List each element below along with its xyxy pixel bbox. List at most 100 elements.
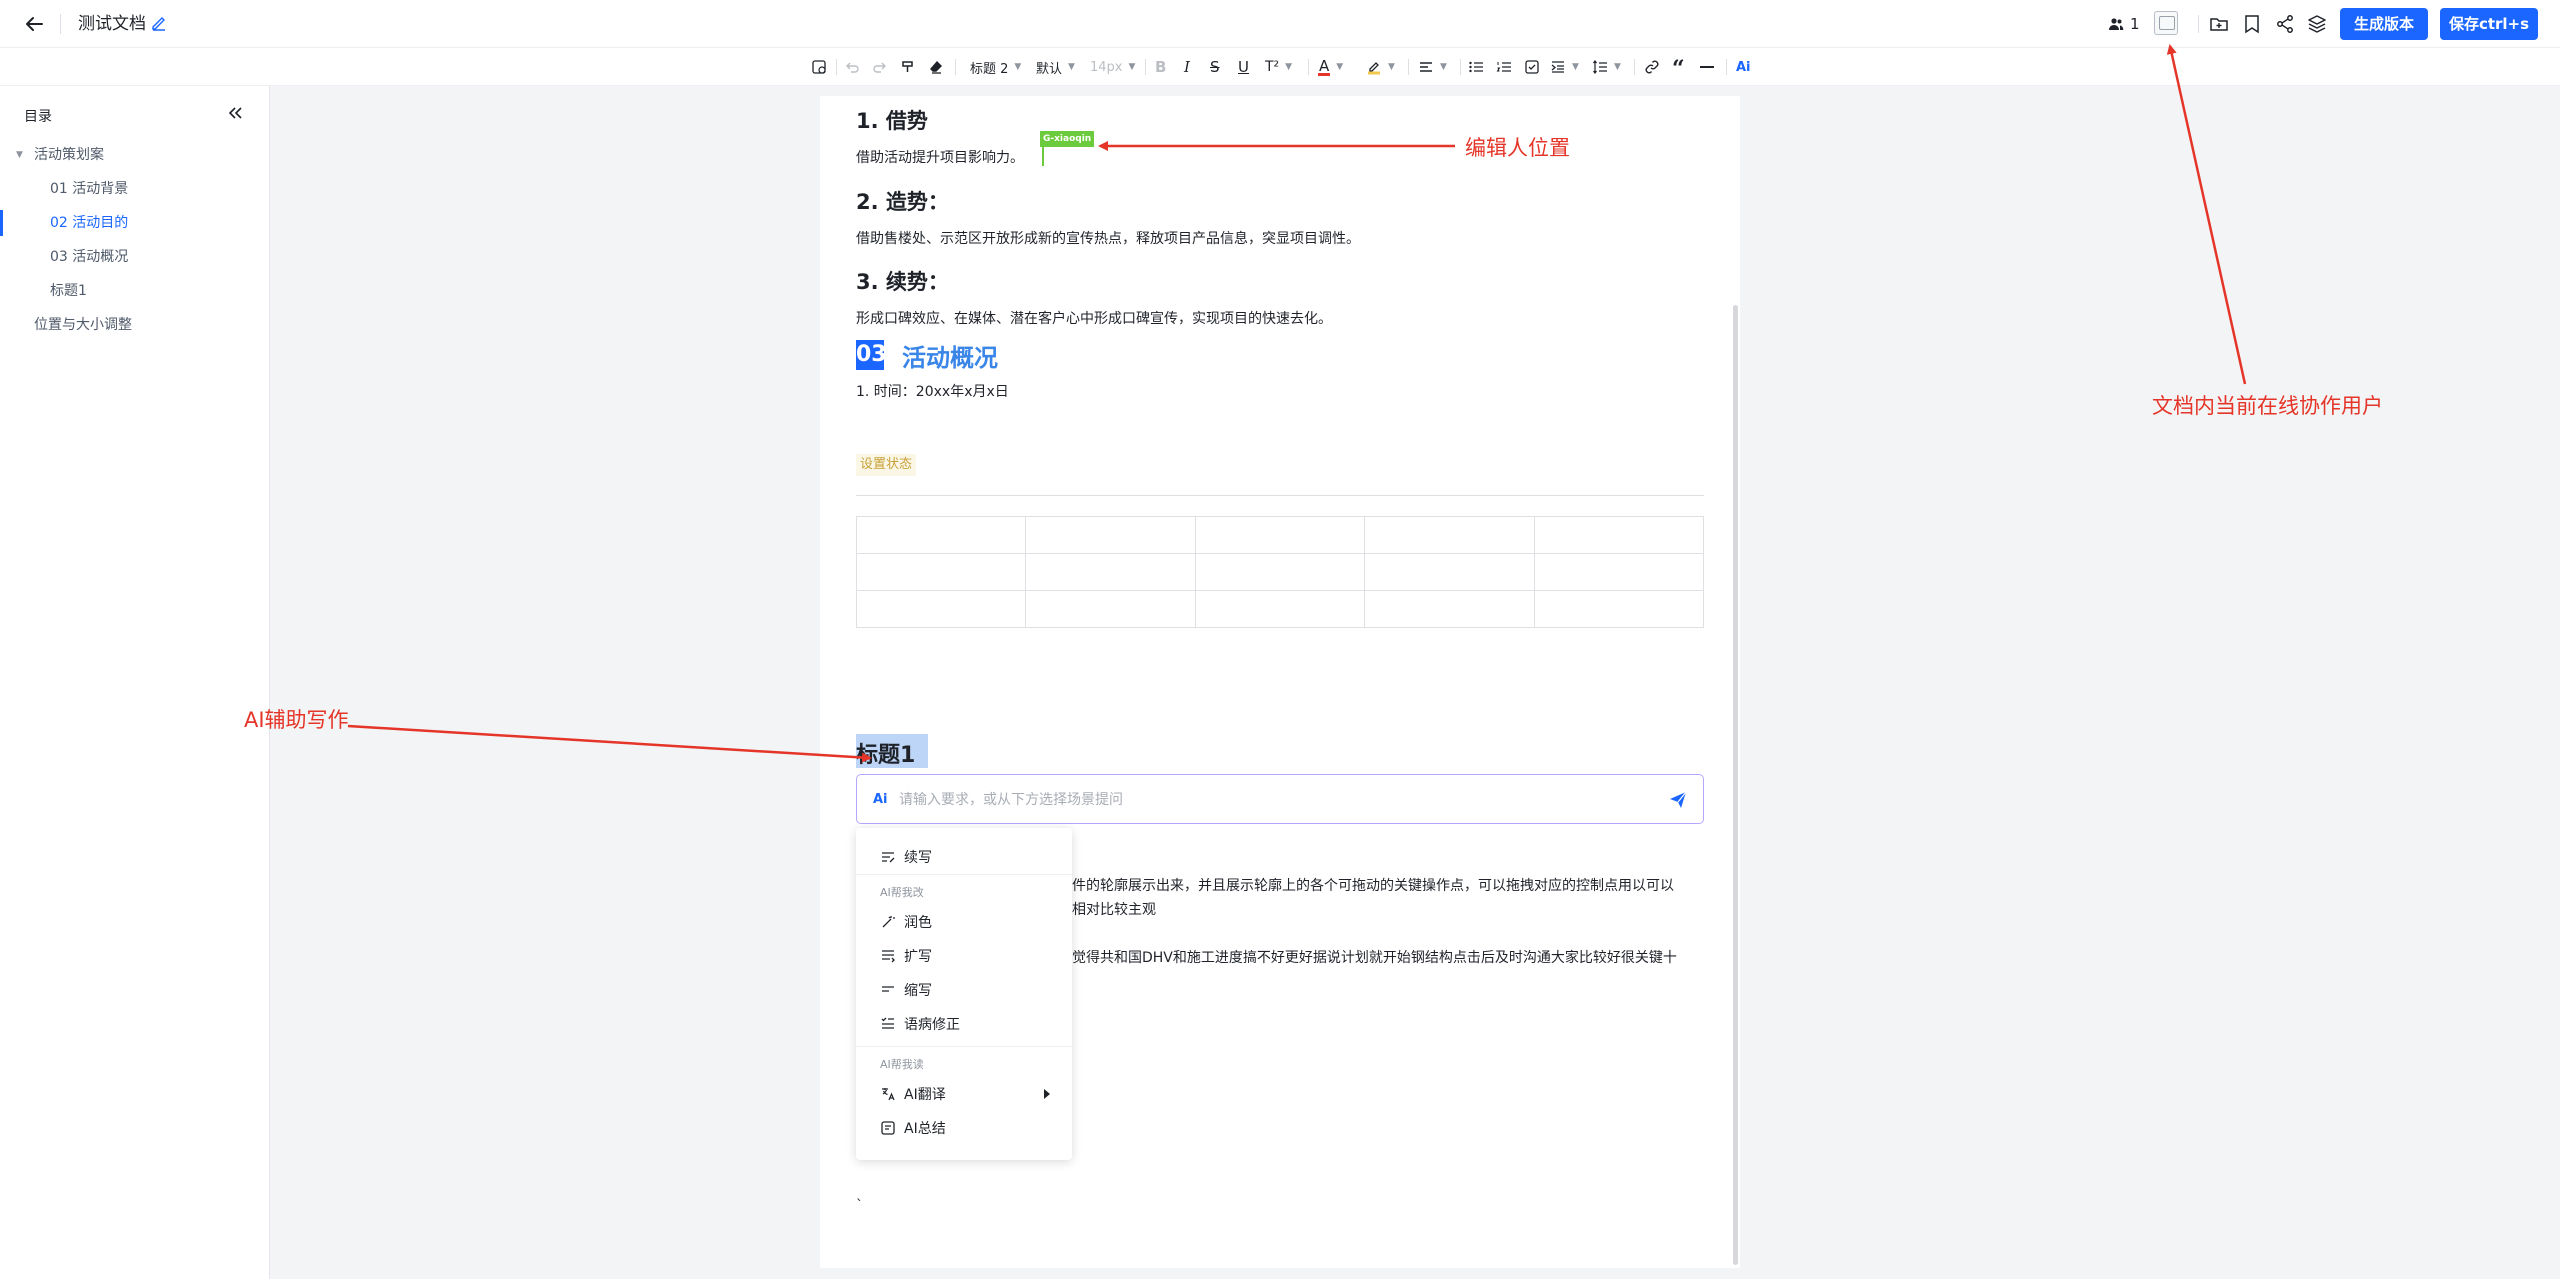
online-users-counter[interactable]: 1 xyxy=(2108,14,2140,34)
bullet-list-icon[interactable] xyxy=(1468,57,1484,77)
section-text: 形成口碑效应、在媒体、潜在客户心中形成口碑宣传，实现项目的快速去化。 xyxy=(856,311,1332,327)
generate-version-button[interactable]: 生成版本 xyxy=(2340,8,2428,40)
table-cell[interactable] xyxy=(1364,590,1535,628)
continue-write-icon xyxy=(882,852,895,863)
highlight-icon[interactable]: ▼ xyxy=(1366,57,1395,77)
share-icon[interactable] xyxy=(2274,13,2296,35)
align-left-icon xyxy=(1420,62,1432,72)
quote-icon[interactable]: “ xyxy=(1672,56,1685,82)
ai-prompt-box: Ai xyxy=(856,774,1704,824)
toc-item-label: 标题1 xyxy=(50,283,87,299)
chevron-down-icon: ▼ xyxy=(1285,62,1293,72)
table-cell[interactable] xyxy=(855,553,1027,591)
back-arrow-icon[interactable] xyxy=(22,12,46,36)
table-cell[interactable] xyxy=(1194,516,1366,554)
ai-menu-polish[interactable]: 润色 xyxy=(856,908,1072,936)
font-family-value: 默认 xyxy=(1036,61,1063,77)
bookmark-icon[interactable] xyxy=(2241,13,2263,35)
send-icon[interactable] xyxy=(1667,789,1689,811)
set-status-tag[interactable]: 设置状态 xyxy=(856,454,917,476)
menu-divider xyxy=(856,874,1072,875)
toolbar-divider xyxy=(955,59,956,75)
table-cell[interactable] xyxy=(1533,516,1705,554)
ai-menu-group-modify: AI帮我改 xyxy=(880,886,924,899)
indent-icon[interactable]: ▼ xyxy=(1550,57,1579,77)
toc-item-overview[interactable]: 03 活动概况 xyxy=(0,240,269,274)
font-family-select[interactable]: 默认 ▼ xyxy=(1036,57,1075,77)
chevron-down-icon: ▼ xyxy=(1614,62,1621,72)
folder-icon[interactable] xyxy=(2208,13,2230,35)
toolbar-divider xyxy=(1408,59,1409,75)
table-cell[interactable] xyxy=(1194,553,1366,591)
clear-format-icon[interactable] xyxy=(928,57,944,77)
undo-icon[interactable] xyxy=(844,57,860,77)
task-list-icon[interactable] xyxy=(1524,57,1540,77)
bold-icon[interactable]: B xyxy=(1155,57,1166,77)
table-cell[interactable] xyxy=(855,516,1027,554)
ai-menu-grammar[interactable]: 语病修正 xyxy=(856,1010,1072,1038)
annotation-arrow-ai xyxy=(347,724,872,763)
toc-item-plan[interactable]: ▼ 活动策划案 xyxy=(0,138,269,172)
underline-icon[interactable]: U xyxy=(1238,57,1249,77)
font-color-icon[interactable]: A ▼ xyxy=(1318,57,1343,77)
ai-action-menu: 续写 AI帮我改 润色 扩写 缩写 语病修正 AI帮我读 AI翻译 AI总结 xyxy=(856,828,1072,1160)
online-count: 1 xyxy=(2130,15,2140,33)
table-cell[interactable] xyxy=(1025,516,1196,554)
table-cell[interactable] xyxy=(1533,553,1705,591)
strikethrough-icon[interactable]: S xyxy=(1210,57,1220,77)
expand-text-icon xyxy=(882,950,895,963)
superscript-icon[interactable]: T² ▼ xyxy=(1265,57,1292,77)
table-cell[interactable] xyxy=(1025,590,1196,628)
page-scrollbar[interactable] xyxy=(1733,305,1738,1265)
ai-menu-shorten[interactable]: 缩写 xyxy=(856,976,1072,1004)
save-button[interactable]: 保存ctrl+s xyxy=(2440,8,2538,40)
block-style-select[interactable]: 标题 2 ▼ xyxy=(970,57,1021,77)
ai-menu-translate[interactable]: AI翻译 xyxy=(856,1080,1072,1108)
link-icon[interactable] xyxy=(1644,57,1660,77)
ai-menu-label: 语病修正 xyxy=(904,1017,960,1033)
ai-menu-summary[interactable]: AI总结 xyxy=(856,1114,1072,1142)
table-cell[interactable] xyxy=(855,590,1027,628)
heading1-text[interactable]: 标题1 xyxy=(856,737,915,769)
ai-assistant-icon[interactable]: Ai xyxy=(1736,57,1751,77)
collaborator-avatar[interactable] xyxy=(2154,11,2178,35)
ai-menu-continue[interactable]: 续写 xyxy=(856,843,1072,871)
table-cell[interactable] xyxy=(1533,590,1705,628)
font-size-select[interactable]: 14px ▼ xyxy=(1090,57,1135,77)
paint-format-icon[interactable] xyxy=(900,57,916,77)
toc-item-position-size[interactable]: 位置与大小调整 xyxy=(0,308,269,342)
table-row xyxy=(855,590,1705,628)
ai-prompt-input[interactable] xyxy=(899,785,1639,815)
table-cell[interactable] xyxy=(1025,553,1196,591)
italic-icon[interactable]: I xyxy=(1184,57,1190,77)
table-cell[interactable] xyxy=(1364,553,1535,591)
toc-item-heading1[interactable]: 标题1 xyxy=(0,274,269,308)
chevron-down-icon: ▼ xyxy=(1128,62,1136,72)
toc-item-label: 02 活动目的 xyxy=(50,215,129,231)
menu-divider xyxy=(856,1046,1072,1047)
toc-item-label: 位置与大小调整 xyxy=(34,317,132,333)
grammar-check-icon xyxy=(881,1017,894,1029)
toolbar-divider xyxy=(836,59,837,75)
annotation-ai-writing: AI辅助写作 xyxy=(244,708,349,732)
chevron-down-icon: ▼ xyxy=(16,150,23,160)
document-table[interactable] xyxy=(855,516,1705,628)
header-divider-right xyxy=(2198,15,2199,33)
toc-item-purpose[interactable]: 02 活动目的 xyxy=(0,206,269,240)
layers-icon[interactable] xyxy=(2306,13,2328,35)
table-cell[interactable] xyxy=(1364,516,1535,554)
redo-icon[interactable] xyxy=(872,57,888,77)
table-cell[interactable] xyxy=(1194,590,1366,628)
ordered-list-icon[interactable] xyxy=(1496,57,1512,77)
ai-logo-icon: Ai xyxy=(873,792,888,807)
ai-menu-expand[interactable]: 扩写 xyxy=(856,942,1072,970)
toc-item-background[interactable]: 01 活动背景 xyxy=(0,172,269,206)
divider-line-icon[interactable] xyxy=(1700,57,1714,77)
align-icon[interactable]: ▼ xyxy=(1418,57,1447,77)
collaborator-name-flag: G-xiaoqin xyxy=(1040,131,1095,147)
line-height-lines-icon xyxy=(1593,60,1607,74)
collapse-sidebar-icon[interactable] xyxy=(224,102,246,124)
line-height-icon[interactable]: ▼ xyxy=(1592,57,1621,77)
edit-title-icon[interactable] xyxy=(150,14,168,32)
format-painter-icon[interactable] xyxy=(810,57,828,77)
